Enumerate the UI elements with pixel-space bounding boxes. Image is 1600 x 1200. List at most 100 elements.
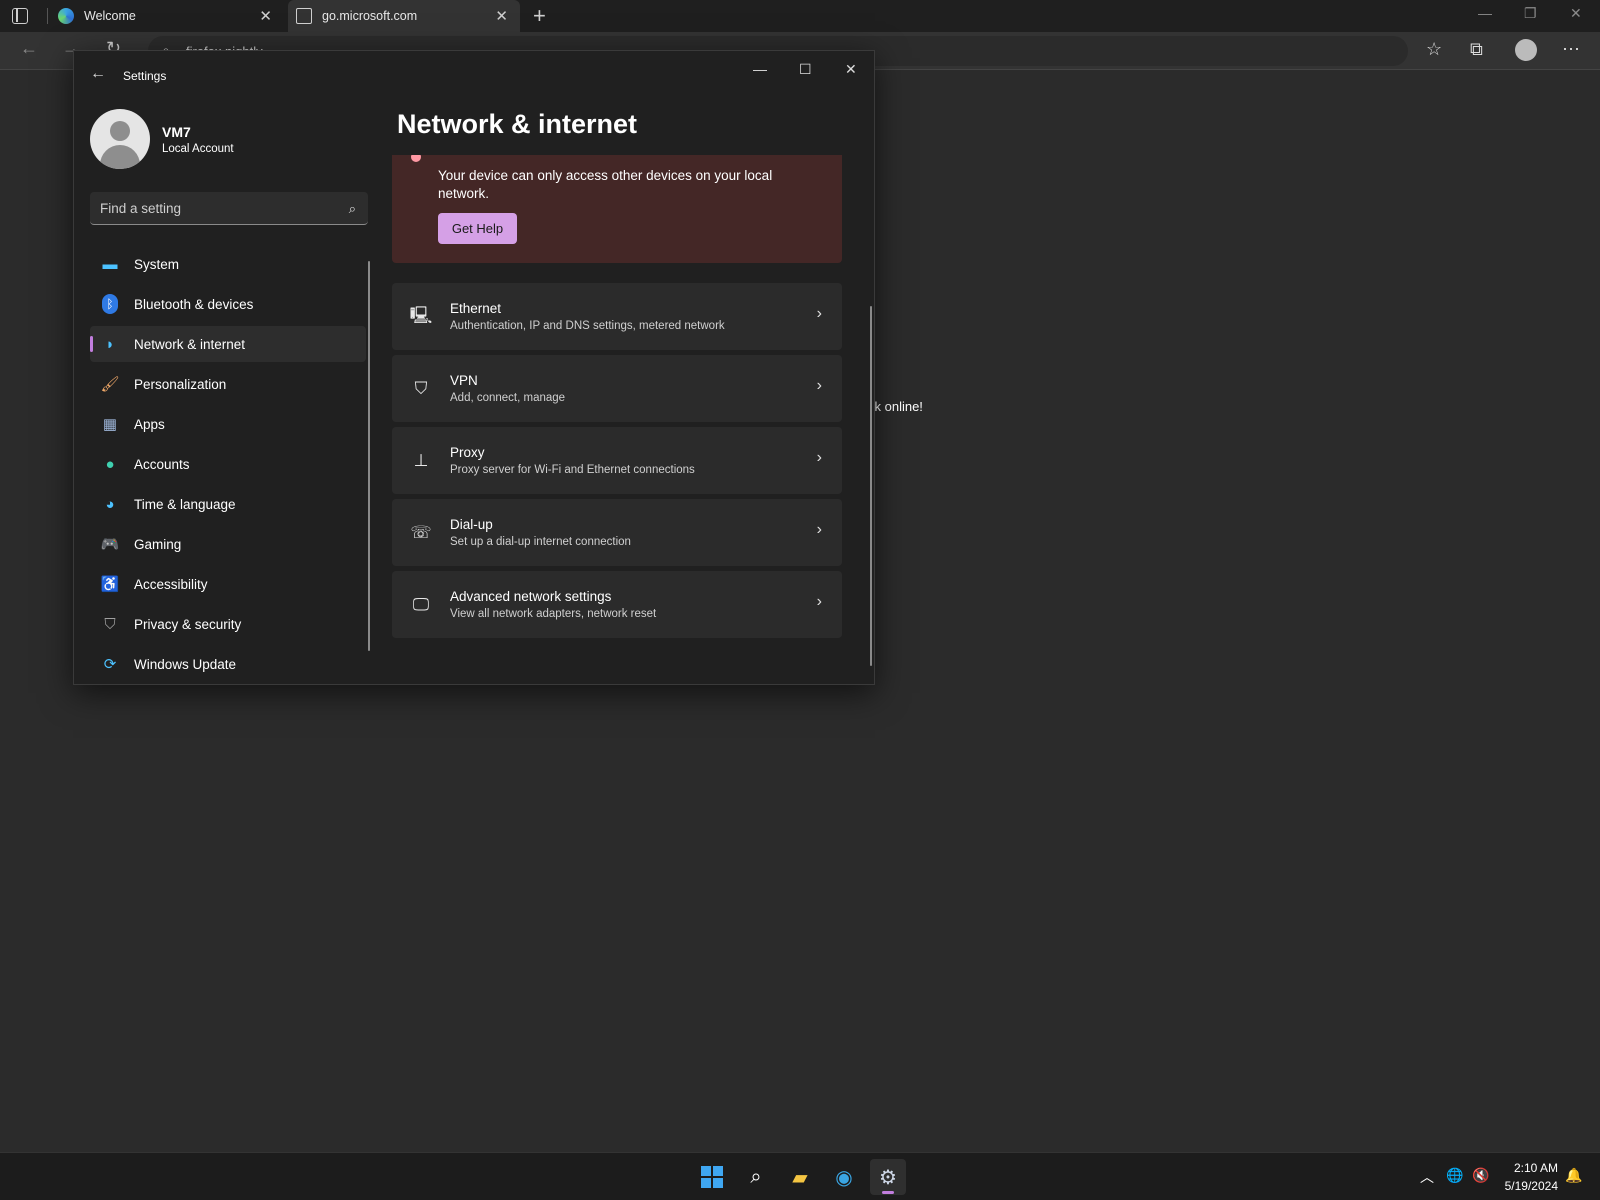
nav-label: Accessibility — [134, 576, 208, 592]
close-tab-icon[interactable]: ✕ — [495, 7, 508, 25]
settings-search: ⌕ — [90, 192, 368, 225]
back-arrow-icon[interactable]: ← — [90, 65, 106, 83]
bluetooth-icon: ᛒ — [100, 294, 120, 314]
maximize-icon[interactable]: ☐ — [799, 61, 812, 78]
nav-item-apps[interactable]: ▦ Apps — [90, 406, 366, 442]
collections-icon[interactable]: ⧉ — [1470, 39, 1483, 60]
nav-item-windows-update[interactable]: ⟳ Windows Update — [90, 646, 366, 682]
nav-item-bluetooth[interactable]: ᛒ Bluetooth & devices — [90, 286, 366, 322]
tab-actions-icon[interactable] — [12, 8, 28, 24]
row-title: Advanced network settings — [450, 589, 612, 604]
nav-label: Network & internet — [134, 336, 246, 352]
browser-restore-icon[interactable]: ❐ — [1524, 5, 1537, 22]
nav-item-personalization[interactable]: 🖌 Personalization — [90, 366, 366, 402]
content-scrollbar[interactable] — [870, 306, 872, 666]
update-icon: ⟳ — [103, 656, 117, 673]
page-favicon-icon — [296, 8, 312, 24]
browser-close-icon[interactable]: ✕ — [1570, 5, 1582, 22]
clock-date[interactable]: 5/19/2024 — [1500, 1179, 1558, 1193]
more-menu-icon[interactable]: ⋯ — [1562, 39, 1580, 60]
account-type: Local Account — [162, 143, 234, 155]
settings-titlebar: ← Settings — ☐ ✕ — [74, 51, 874, 99]
close-tab-icon[interactable]: ✕ — [259, 7, 272, 25]
nav-item-accessibility[interactable]: ♿ Accessibility — [90, 566, 366, 602]
nav-item-gaming[interactable]: 🎮 Gaming — [90, 526, 366, 562]
globe-clock-icon: ◕ — [105, 495, 115, 513]
notifications-bell-icon[interactable]: 🔔 — [1565, 1167, 1582, 1184]
nav-label: Accounts — [134, 456, 190, 472]
vpn-shield-icon: ⛉ — [414, 379, 428, 398]
windows-logo-icon — [701, 1166, 723, 1188]
chevron-right-icon: › — [816, 593, 822, 610]
start-button[interactable] — [694, 1159, 730, 1195]
tab-separator — [47, 8, 48, 24]
apps-icon: ▦ — [102, 416, 118, 433]
nav-item-system[interactable]: ▬ System — [90, 246, 366, 282]
gamepad-icon: 🎮 — [100, 536, 120, 553]
settings-gear-icon[interactable]: ⚙ — [870, 1159, 906, 1195]
row-subtitle: View all network adapters, network reset — [450, 608, 657, 620]
network-globe-icon[interactable]: 🌐 — [1446, 1167, 1463, 1184]
row-proxy[interactable]: ⊥ Proxy Proxy server for Wi-Fi and Ether… — [392, 427, 842, 494]
show-hidden-icons-chevron-icon[interactable]: ︿ — [1420, 1167, 1434, 1187]
favorites-star-icon[interactable]: ☆ — [1426, 39, 1442, 60]
shield-icon: ⛉ — [104, 615, 116, 633]
edge-browser-icon[interactable]: ◉ — [826, 1159, 862, 1195]
edge-favicon-icon — [58, 8, 74, 24]
row-title: Ethernet — [450, 301, 502, 316]
dialup-icon: ☏ — [410, 523, 432, 542]
browser-tab-bar: Welcome ✕ go.microsoft.com ✕ + — ❐ ✕ — [0, 0, 1600, 32]
row-subtitle: Set up a dial-up internet connection — [450, 536, 631, 548]
monitor-icon: ▬ — [102, 255, 118, 273]
brush-icon: 🖌 — [100, 376, 120, 393]
app-title: Settings — [123, 69, 167, 83]
clock-time[interactable]: 2:10 AM — [1504, 1161, 1558, 1175]
ethernet-icon: 🖳 — [409, 305, 433, 325]
nav-label: System — [134, 256, 180, 272]
profile-avatar-icon[interactable] — [1515, 39, 1537, 61]
row-subtitle: Authentication, IP and DNS settings, met… — [450, 320, 725, 332]
taskbar: ⌕ ▰ ◉ ⚙ ︿ 🌐 🔇 2:10 AM 5/19/2024 🔔 — [0, 1152, 1600, 1200]
search-icon[interactable]: ⌕ — [349, 201, 356, 217]
chevron-right-icon: › — [816, 449, 822, 466]
user-avatar[interactable] — [90, 109, 150, 169]
nav-item-network[interactable]: ◗ Network & internet — [90, 326, 366, 362]
user-name: VM7 — [162, 124, 191, 140]
nav-scrollbar[interactable] — [368, 261, 370, 651]
browser-tab-go-microsoft[interactable]: go.microsoft.com ✕ — [288, 0, 520, 32]
chevron-right-icon: › — [816, 305, 822, 322]
row-title: Dial-up — [450, 517, 493, 532]
get-help-button[interactable]: Get Help — [438, 213, 517, 244]
back-arrow-icon[interactable]: ← — [20, 38, 38, 59]
volume-muted-icon[interactable]: 🔇 — [1472, 1167, 1489, 1184]
accessibility-icon: ♿ — [100, 576, 120, 593]
file-explorer-icon[interactable]: ▰ — [782, 1159, 818, 1195]
close-icon[interactable]: ✕ — [845, 61, 857, 78]
row-title: Proxy — [450, 445, 485, 460]
row-ethernet[interactable]: 🖳 Ethernet Authentication, IP and DNS se… — [392, 283, 842, 350]
nav-label: Time & language — [134, 496, 236, 512]
new-tab-icon[interactable]: + — [533, 3, 546, 29]
browser-tab-welcome[interactable]: Welcome ✕ — [50, 0, 284, 32]
taskbar-search-icon[interactable]: ⌕ — [738, 1159, 774, 1195]
nav-label: Windows Update — [134, 656, 237, 672]
minimize-icon[interactable]: — — [753, 61, 767, 77]
error-status-icon — [411, 155, 421, 162]
search-input[interactable] — [90, 192, 330, 224]
nav-label: Apps — [134, 416, 165, 432]
chevron-right-icon: › — [816, 377, 822, 394]
nav-item-time-language[interactable]: ◕ Time & language — [90, 486, 366, 522]
row-subtitle: Add, connect, manage — [450, 392, 566, 404]
browser-minimize-icon[interactable]: — — [1478, 5, 1492, 21]
row-advanced-network[interactable]: 🖵 Advanced network settings View all net… — [392, 571, 842, 638]
alert-message: Your device can only access other device… — [438, 168, 773, 201]
settings-nav: ▬ System ᛒ Bluetooth & devices ◗ Network… — [90, 246, 366, 684]
network-pc-icon: 🖵 — [412, 595, 430, 614]
nav-label: Bluetooth & devices — [134, 296, 254, 312]
nav-item-accounts[interactable]: ● Accounts — [90, 446, 366, 482]
page-title: Network & internet — [397, 109, 638, 139]
row-vpn[interactable]: ⛉ VPN Add, connect, manage › — [392, 355, 842, 422]
nav-item-privacy[interactable]: ⛉ Privacy & security — [90, 606, 366, 642]
row-dialup[interactable]: ☏ Dial-up Set up a dial-up internet conn… — [392, 499, 842, 566]
row-title: VPN — [450, 373, 478, 388]
